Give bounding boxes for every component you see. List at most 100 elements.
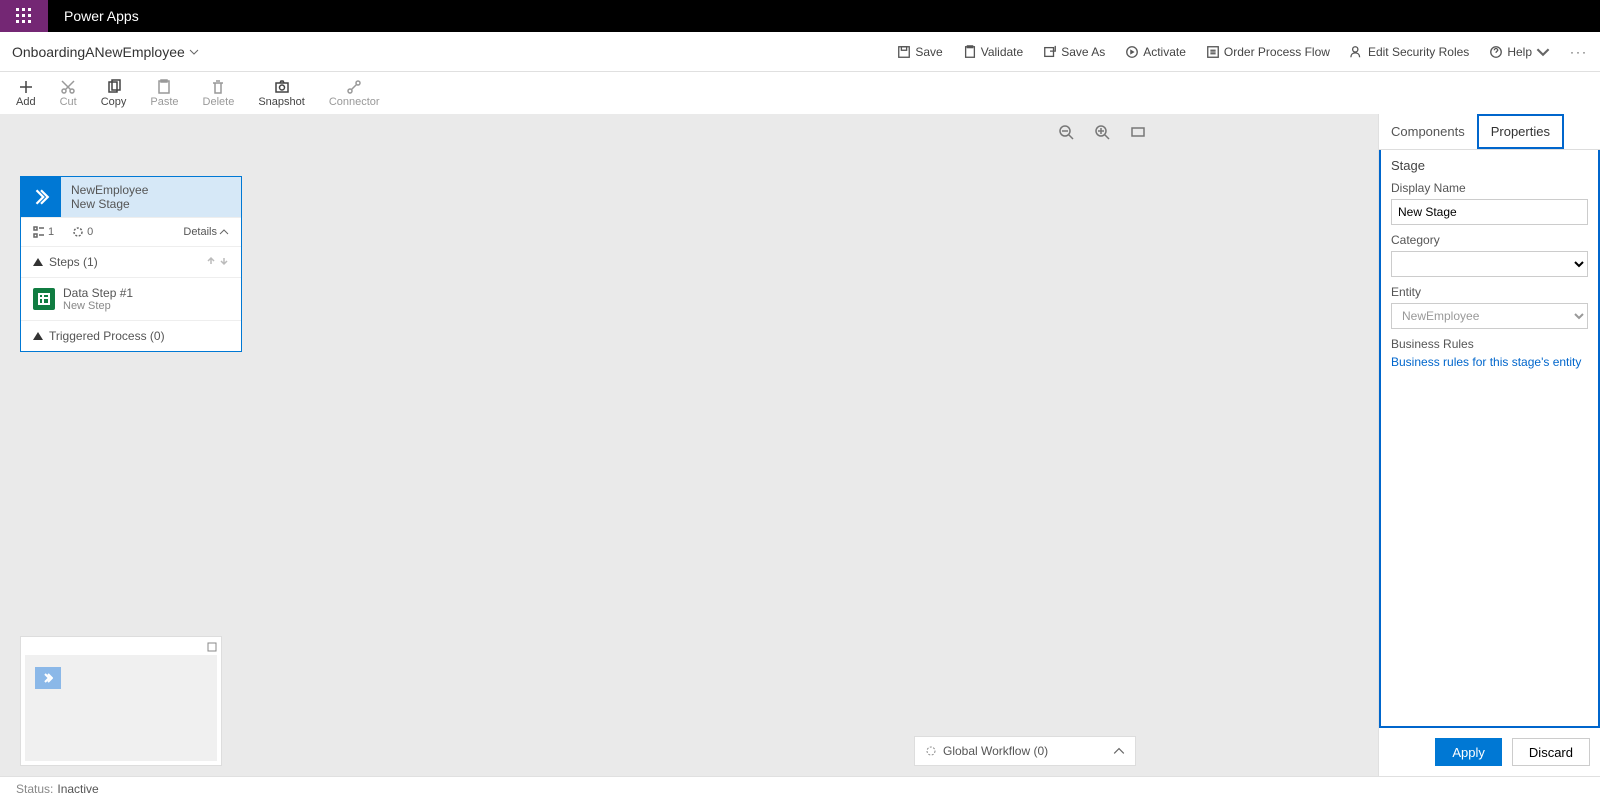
app-name: Power Apps xyxy=(48,0,155,32)
properties-heading: Stage xyxy=(1391,158,1588,173)
form-icon xyxy=(38,293,50,305)
discard-button[interactable]: Discard xyxy=(1512,738,1590,766)
minimap-stage-marker xyxy=(35,667,61,689)
paste-icon xyxy=(156,79,172,95)
validate-label: Validate xyxy=(981,45,1023,59)
chevron-right-icon xyxy=(32,188,50,206)
save-as-icon xyxy=(1043,45,1057,59)
display-name-input[interactable] xyxy=(1391,199,1588,225)
suite-header: Power Apps xyxy=(0,0,1600,32)
delete-button[interactable]: Delete xyxy=(203,79,235,108)
order-process-flow-label: Order Process Flow xyxy=(1224,45,1330,59)
status-bar: Status: Inactive xyxy=(0,776,1600,800)
security-icon xyxy=(1350,45,1364,59)
fit-to-screen-button[interactable] xyxy=(1130,124,1146,145)
stage-steps-label: Steps (1) xyxy=(49,255,98,269)
paste-label: Paste xyxy=(150,96,178,108)
designer-canvas[interactable]: NewEmployee New Stage 1 0 Details xyxy=(0,114,1378,776)
connector-icon xyxy=(346,79,362,95)
triangle-icon xyxy=(33,258,43,266)
status-label: Status: xyxy=(16,782,53,796)
chevron-down-icon xyxy=(189,47,199,57)
trash-icon xyxy=(210,79,226,95)
data-step-icon xyxy=(33,288,55,310)
fit-icon xyxy=(1130,124,1146,140)
copy-button[interactable]: Copy xyxy=(101,79,127,108)
arrow-down-icon xyxy=(219,256,229,266)
properties-panel-body: Stage Display Name Category Entity NewEm… xyxy=(1379,150,1600,728)
triggered-process-row[interactable]: Triggered Process (0) xyxy=(21,320,241,351)
step-reorder-controls[interactable] xyxy=(206,255,229,269)
activate-icon xyxy=(1125,45,1139,59)
connector-button[interactable]: Connector xyxy=(329,79,380,108)
tab-properties[interactable]: Properties xyxy=(1477,114,1564,149)
validate-button[interactable]: Validate xyxy=(963,45,1023,59)
zoom-in-icon xyxy=(1094,124,1110,140)
category-label: Category xyxy=(1391,233,1588,247)
cut-button[interactable]: Cut xyxy=(60,79,77,108)
help-button[interactable]: Help xyxy=(1489,45,1550,59)
properties-footer: Apply Discard xyxy=(1379,728,1600,776)
entity-label: Entity xyxy=(1391,285,1588,299)
delete-label: Delete xyxy=(203,96,235,108)
chevron-right-icon xyxy=(43,673,53,683)
edit-toolbar: Add Cut Copy Paste Delete Snapshot Conne… xyxy=(0,72,1600,114)
edit-security-roles-button[interactable]: Edit Security Roles xyxy=(1350,45,1469,59)
data-step-item[interactable]: Data Step #1 New Step xyxy=(21,277,241,320)
snapshot-label: Snapshot xyxy=(258,96,304,108)
stage-stage-name: New Stage xyxy=(71,197,231,211)
stage-entity-name: NewEmployee xyxy=(71,183,231,197)
copy-label: Copy xyxy=(101,96,127,108)
zoom-out-button[interactable] xyxy=(1058,124,1074,145)
zoom-controls xyxy=(1058,124,1146,145)
side-panel: Components Properties Stage Display Name… xyxy=(1378,114,1600,776)
category-select[interactable] xyxy=(1391,251,1588,277)
activate-button[interactable]: Activate xyxy=(1125,45,1186,59)
app-launcher-button[interactable] xyxy=(0,0,48,32)
clipboard-icon xyxy=(963,45,977,59)
triggered-process-label: Triggered Process (0) xyxy=(49,329,165,343)
more-button[interactable]: ··· xyxy=(1570,45,1588,59)
help-icon xyxy=(1489,45,1503,59)
paste-button[interactable]: Paste xyxy=(150,79,178,108)
chevron-up-icon[interactable] xyxy=(1113,745,1125,757)
save-icon xyxy=(897,45,911,59)
global-workflow-bar[interactable]: Global Workflow (0) xyxy=(914,736,1136,766)
apply-button[interactable]: Apply xyxy=(1435,738,1502,766)
circle-dashed-icon xyxy=(925,745,937,757)
global-workflow-label: Global Workflow (0) xyxy=(943,744,1048,758)
expand-icon[interactable] xyxy=(207,642,217,652)
cut-icon xyxy=(60,79,76,95)
stage-card[interactable]: NewEmployee New Stage 1 0 Details xyxy=(20,176,242,352)
minimap[interactable] xyxy=(20,636,222,766)
data-step-sub: New Step xyxy=(63,300,133,312)
save-button[interactable]: Save xyxy=(897,45,942,59)
snapshot-button[interactable]: Snapshot xyxy=(258,79,304,108)
chevron-down-icon xyxy=(1536,45,1550,59)
save-as-label: Save As xyxy=(1061,45,1105,59)
circle-dashed-icon xyxy=(72,226,84,238)
flow-name-dropdown[interactable]: OnboardingANewEmployee xyxy=(12,44,199,60)
stage-condition-count: 0 xyxy=(72,226,93,238)
stage-header[interactable]: NewEmployee New Stage xyxy=(21,177,241,217)
add-label: Add xyxy=(16,96,36,108)
entity-select[interactable]: NewEmployee xyxy=(1391,303,1588,329)
stage-steps-header[interactable]: Steps (1) xyxy=(21,246,241,277)
save-as-button[interactable]: Save As xyxy=(1043,45,1105,59)
camera-icon xyxy=(274,79,290,95)
order-process-flow-button[interactable]: Order Process Flow xyxy=(1206,45,1330,59)
business-rules-link[interactable]: Business rules for this stage's entity xyxy=(1391,355,1581,369)
arrow-up-icon xyxy=(206,256,216,266)
plus-icon xyxy=(18,79,34,95)
command-bar: OnboardingANewEmployee Save Validate Sav… xyxy=(0,32,1600,72)
tab-components[interactable]: Components xyxy=(1379,114,1477,149)
add-button[interactable]: Add xyxy=(16,79,36,108)
waffle-icon xyxy=(16,8,32,24)
stage-meta-row: 1 0 Details xyxy=(21,217,241,246)
edit-security-roles-label: Edit Security Roles xyxy=(1368,45,1469,59)
save-label: Save xyxy=(915,45,942,59)
side-tabs: Components Properties xyxy=(1379,114,1600,150)
zoom-in-button[interactable] xyxy=(1094,124,1110,145)
activate-label: Activate xyxy=(1143,45,1186,59)
stage-details-toggle[interactable]: Details xyxy=(183,226,229,238)
